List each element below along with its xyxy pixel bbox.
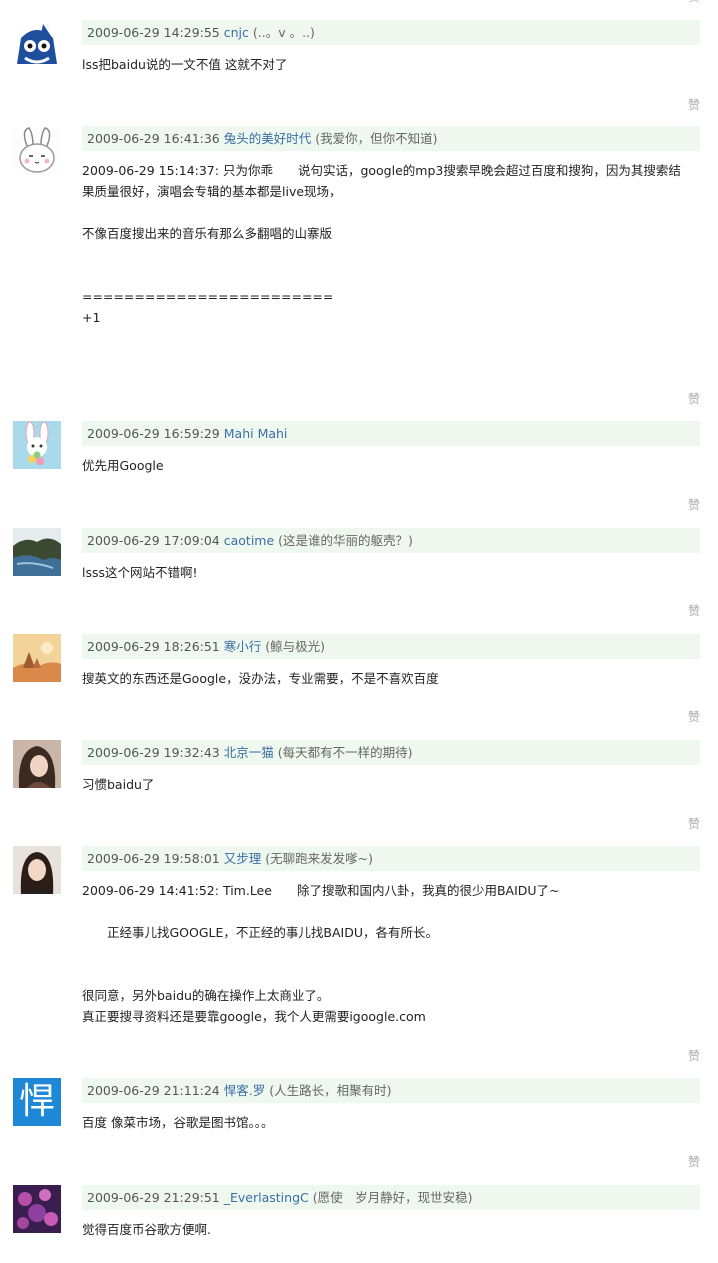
comment-user-link[interactable]: cnjc — [224, 25, 249, 40]
comment-header: 2009-06-29 19:32:43 北京一猫 (每天都有不一样的期待) — [82, 740, 700, 765]
comment-line: 搜英文的东西还是Google，没办法，专业需要，不是不喜欢百度 — [82, 671, 439, 686]
comment-header: 2009-06-29 21:11:24 悍客.罗 (人生路长，相聚有时) — [82, 1078, 700, 1103]
comment-time: 2009-06-29 21:29:51 — [87, 1190, 220, 1205]
comment-signature: (..。v 。..) — [252, 25, 315, 40]
comment-signature: (每天都有不一样的期待) — [277, 745, 413, 760]
comment-line: 百度 像菜市场，谷歌是图书馆。。。 — [82, 1115, 274, 1130]
comment-line — [82, 901, 702, 922]
comment-header: 2009-06-29 16:41:36 兔头的美好时代 (我爱你，但你不知道) — [82, 126, 700, 151]
comment-time: 2009-06-29 19:32:43 — [87, 745, 220, 760]
comment-item: 2009-06-29 16:59:29 Mahi Mahi 优先用Google … — [0, 421, 718, 516]
comment-header: 2009-06-29 16:59:29 Mahi Mahi — [82, 421, 700, 446]
like-button[interactable]: 赞 — [688, 96, 700, 113]
comment-signature: (这是谁的华丽的躯壳？) — [278, 533, 413, 548]
comment-item: 2009-06-29 14:29:55 cnjc (..。v 。..) lss把… — [0, 20, 718, 115]
comment-header: 2009-06-29 18:26:51 寒小行 (鲸与极光) — [82, 634, 700, 659]
comment-header: 2009-06-29 14:29:55 cnjc (..。v 。..) — [82, 20, 700, 45]
comment-signature: (愿使 岁月静好，现世安稳) — [312, 1190, 473, 1205]
comment-time: 2009-06-29 21:11:24 — [87, 1083, 220, 1098]
like-button[interactable]: 赞 — [688, 602, 700, 619]
avatar-glyph: 悍 — [18, 1081, 55, 1122]
comment-line — [82, 265, 702, 286]
girl-avatar[interactable] — [13, 740, 61, 788]
comment-body: 习惯baidu了 — [82, 774, 702, 795]
comment-user-link[interactable]: Mahi Mahi — [224, 426, 288, 441]
comment-body: 优先用Google — [82, 455, 702, 476]
comment-time: 2009-06-29 16:41:36 — [87, 131, 220, 146]
comment-line: 2009-06-29 15:14:37: 只为你乖 说句实话，google的mp… — [82, 163, 681, 178]
comment-item: 悍 2009-06-29 21:11:24 悍客.罗 (人生路长，相聚有时) 百… — [0, 1078, 718, 1173]
comment-body: lss把baidu说的一文不值 这就不对了 — [82, 54, 702, 75]
comment-header: 2009-06-29 19:58:01 又步理 (无聊跑来发发嗲~) — [82, 846, 700, 871]
comment-header: 2009-06-29 21:29:51 _EverlastingC (愿使 岁月… — [82, 1185, 700, 1210]
comment-signature: (鲸与极光) — [265, 639, 326, 654]
comment-line: 2009-06-29 14:41:52: Tim.Lee 除了搜歌和国内八卦，我… — [82, 883, 560, 898]
like-button[interactable]: 赞 — [688, 496, 700, 513]
comment-body: 2009-06-29 15:14:37: 只为你乖 说句实话，google的mp… — [82, 160, 702, 328]
comment-line: +1 — [82, 310, 101, 325]
like-button-top[interactable]: 赞 — [688, 0, 700, 5]
comment-line: 觉得百度币谷歌方便啊. — [82, 1222, 211, 1237]
comment-item: 2009-06-29 16:41:36 兔头的美好时代 (我爱你，但你不知道) … — [0, 126, 718, 411]
cartoon-avatar[interactable] — [13, 20, 61, 68]
comment-signature: (无聊跑来发发嗲~) — [265, 851, 373, 866]
comment-line: lsss这个网站不错啊! — [82, 565, 198, 580]
comment-item: 2009-06-29 21:29:51 _EverlastingC (愿使 岁月… — [0, 1185, 718, 1263]
comment-user-link[interactable]: _EverlastingC — [224, 1190, 309, 1205]
comment-user-link[interactable]: 寒小行 — [224, 639, 262, 654]
comment-time: 2009-06-29 14:29:55 — [87, 25, 220, 40]
comment-item: 2009-06-29 17:09:04 caotime (这是谁的华丽的躯壳？)… — [0, 528, 718, 623]
comment-user-link[interactable]: caotime — [224, 533, 274, 548]
comment-time: 2009-06-29 17:09:04 — [87, 533, 220, 548]
comment-item: 2009-06-29 19:32:43 北京一猫 (每天都有不一样的期待) 习惯… — [0, 740, 718, 835]
comment-time: 2009-06-29 16:59:29 — [87, 426, 220, 441]
comment-line — [82, 943, 702, 964]
comment-body: 搜英文的东西还是Google，没办法，专业需要，不是不喜欢百度 — [82, 668, 702, 689]
comment-line — [82, 964, 702, 985]
comment-line: 果质量很好，演唱会专辑的基本都是live现场， — [82, 184, 342, 199]
woman-avatar[interactable] — [13, 846, 61, 894]
comment-line: ======================== — [82, 289, 334, 304]
desert-avatar[interactable] — [13, 634, 61, 682]
comment-user-link[interactable]: 悍客.罗 — [224, 1083, 265, 1098]
comment-line — [82, 244, 702, 265]
landscape-avatar[interactable] — [13, 528, 61, 576]
comment-time: 2009-06-29 18:26:51 — [87, 639, 220, 654]
comment-line: 很同意，另外baidu的确在操作上太商业了。 — [82, 988, 330, 1003]
like-button[interactable]: 赞 — [688, 390, 700, 407]
comment-user-link[interactable]: 北京一猫 — [224, 745, 274, 760]
comment-time: 2009-06-29 19:58:01 — [87, 851, 220, 866]
rabbit-doll-avatar[interactable] — [13, 421, 61, 469]
comment-item: 2009-06-29 19:58:01 又步理 (无聊跑来发发嗲~) 2009-… — [0, 846, 718, 1066]
comment-user-link[interactable]: 兔头的美好时代 — [224, 131, 312, 146]
purple-avatar[interactable] — [13, 1185, 61, 1233]
comment-signature: (我爱你，但你不知道) — [315, 131, 438, 146]
comment-signature — [291, 426, 295, 441]
comment-user-link[interactable]: 又步理 — [224, 851, 262, 866]
comment-line — [82, 202, 702, 223]
like-button[interactable]: 赞 — [688, 815, 700, 832]
comment-signature: (人生路长，相聚有时) — [269, 1083, 392, 1098]
comment-body: 觉得百度币谷歌方便啊. — [82, 1219, 702, 1240]
comment-item: 2009-06-29 18:26:51 寒小行 (鲸与极光) 搜英文的东西还是G… — [0, 634, 718, 729]
like-button[interactable]: 赞 — [688, 1153, 700, 1170]
comment-body: 百度 像菜市场，谷歌是图书馆。。。 — [82, 1112, 702, 1133]
comment-line: 真正要搜寻资料还是要靠google，我个人更需要igoogle.com — [82, 1009, 426, 1024]
like-button[interactable]: 赞 — [688, 708, 700, 725]
han-char-avatar[interactable]: 悍 — [13, 1078, 61, 1126]
comment-line: 正经事儿找GOOGLE，不正经的事儿找BAIDU，各有所长。 — [82, 925, 439, 940]
comment-line: 习惯baidu了 — [82, 777, 155, 792]
comment-line: lss把baidu说的一文不值 这就不对了 — [82, 57, 288, 72]
comment-line: 不像百度搜出来的音乐有那么多翻唱的山寨版 — [82, 226, 333, 241]
bunny-avatar[interactable] — [13, 126, 61, 174]
comment-line: 优先用Google — [82, 458, 164, 473]
like-button[interactable]: 赞 — [688, 1047, 700, 1064]
comment-body: lsss这个网站不错啊! — [82, 562, 702, 583]
comment-body: 2009-06-29 14:41:52: Tim.Lee 除了搜歌和国内八卦，我… — [82, 880, 702, 1027]
comment-header: 2009-06-29 17:09:04 caotime (这是谁的华丽的躯壳？) — [82, 528, 700, 553]
